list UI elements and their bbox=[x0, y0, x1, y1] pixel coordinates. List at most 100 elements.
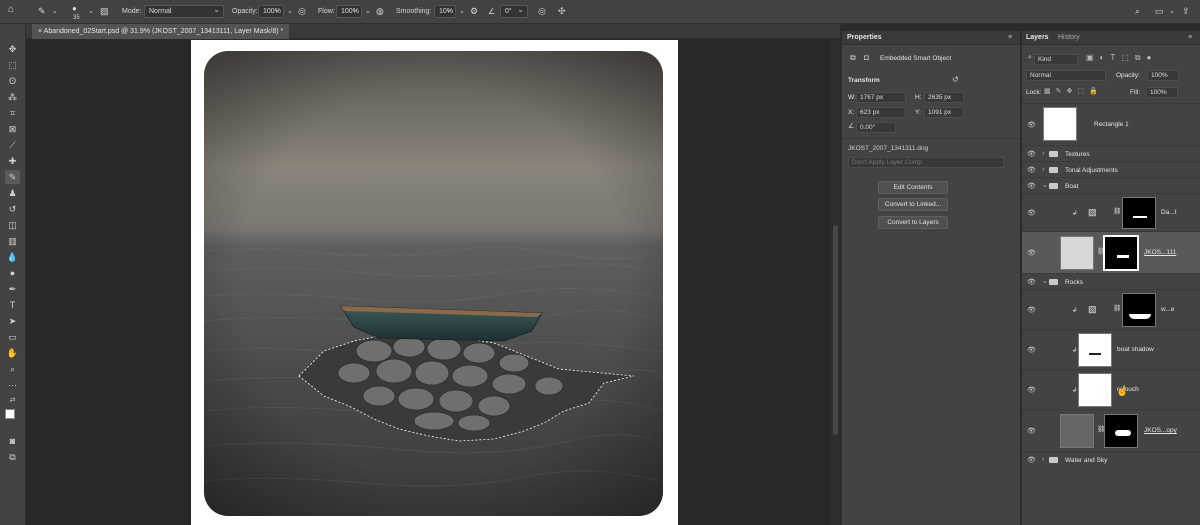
hand-tool-icon[interactable]: ✋ bbox=[5, 346, 20, 360]
chevron-down-icon[interactable]: ⌄ bbox=[52, 5, 58, 18]
layer-opacity-field[interactable]: 100% bbox=[1147, 70, 1179, 81]
layer-row-boat-group[interactable]: 👁 ⌄ Boat bbox=[1022, 177, 1200, 193]
clone-stamp-tool-icon[interactable]: ♟ bbox=[5, 186, 20, 200]
layer-row-adjustment[interactable]: 👁 ↲ ▨ ⛓ w...e bbox=[1022, 289, 1200, 329]
frame-tool-icon[interactable]: ⊠ bbox=[5, 122, 20, 136]
brush-tool-icon[interactable]: ✎ bbox=[38, 5, 46, 18]
swap-colors-icon[interactable]: ⇄ bbox=[5, 394, 20, 408]
quick-mask-icon[interactable]: ◙ bbox=[5, 434, 20, 448]
layer-row-boat-smart-object[interactable]: 👁 ⛓ JKOS...111 bbox=[1022, 231, 1200, 273]
flow-input[interactable]: 100% bbox=[336, 4, 362, 18]
blur-tool-icon[interactable]: 💧 bbox=[5, 250, 20, 264]
chevron-right-icon[interactable]: › bbox=[1042, 456, 1044, 463]
eye-icon[interactable]: 👁 bbox=[1027, 166, 1036, 174]
chevron-right-icon[interactable]: › bbox=[1042, 150, 1044, 157]
type-tool-icon[interactable]: T bbox=[5, 298, 20, 312]
layer-row-retouch[interactable]: 👁 ↲ retouch bbox=[1022, 369, 1200, 409]
y-field[interactable]: 1091 px bbox=[924, 107, 964, 118]
more-tools-icon[interactable]: ··· bbox=[5, 378, 20, 392]
symmetry-icon[interactable]: ✣ bbox=[558, 5, 566, 18]
crop-tool-icon[interactable]: ⌗ bbox=[5, 106, 20, 120]
share-icon[interactable]: ⇪ bbox=[1182, 5, 1190, 18]
healing-brush-tool-icon[interactable]: ✚ bbox=[5, 154, 20, 168]
gear-icon[interactable]: ⚙ bbox=[470, 5, 478, 18]
history-brush-tool-icon[interactable]: ↺ bbox=[5, 202, 20, 216]
layer-row-rocks-group[interactable]: 👁 ⌄ Rocks bbox=[1022, 273, 1200, 289]
search-icon[interactable]: ⌕ bbox=[1135, 5, 1140, 18]
eye-icon[interactable]: 👁 bbox=[1027, 346, 1036, 354]
tab-history[interactable]: History bbox=[1058, 34, 1080, 41]
mask-icon[interactable]: ◘ bbox=[864, 53, 869, 62]
tab-properties[interactable]: Properties bbox=[847, 34, 882, 41]
chevron-down-icon[interactable]: ⌄ bbox=[1169, 5, 1175, 18]
pen-tool-icon[interactable]: ✒ bbox=[5, 282, 20, 296]
lock-icons[interactable]: ▦✎✥⬚🔒 bbox=[1044, 87, 1103, 95]
path-select-tool-icon[interactable]: ➤ bbox=[5, 314, 20, 328]
marquee-tool-icon[interactable]: ⬚ bbox=[5, 58, 20, 72]
layer-row-textures[interactable]: 👁 › Textures bbox=[1022, 145, 1200, 161]
mode-dropdown[interactable]: Normal bbox=[144, 4, 224, 18]
lasso-tool-icon[interactable]: ʘ bbox=[5, 74, 20, 88]
document-tab[interactable]: × Abandoned_02Start.psd @ 31.9% (JKOST_2… bbox=[32, 24, 290, 39]
angle-input[interactable]: 0° bbox=[500, 4, 528, 18]
layer-comp-dropdown[interactable]: Don't Apply Layer Comp bbox=[848, 157, 1004, 168]
gradient-tool-icon[interactable]: ▥ bbox=[5, 234, 20, 248]
photo-composite[interactable] bbox=[204, 51, 663, 516]
convert-to-linked-button[interactable]: Convert to Linked... bbox=[878, 198, 948, 211]
rectangle-tool-icon[interactable]: ▭ bbox=[5, 330, 20, 344]
home-icon[interactable]: ⌂ bbox=[8, 3, 14, 16]
layer-row-tonal-adjustments[interactable]: 👁 › Tonal Adjustments bbox=[1022, 161, 1200, 177]
quick-select-tool-icon[interactable]: ⁂ bbox=[5, 90, 20, 104]
eye-icon[interactable]: 👁 bbox=[1027, 150, 1036, 158]
eraser-tool-icon[interactable]: ◫ bbox=[5, 218, 20, 232]
eye-icon[interactable]: 👁 bbox=[1027, 121, 1036, 129]
convert-to-layers-button[interactable]: Convert to Layers bbox=[878, 216, 948, 229]
filter-kind-dropdown[interactable]: Kind bbox=[1034, 54, 1078, 65]
airbrush-icon[interactable]: ◍ bbox=[376, 5, 384, 18]
height-field[interactable]: 2635 px bbox=[924, 92, 964, 103]
angle-field[interactable]: 0.00° bbox=[856, 122, 896, 133]
eye-icon[interactable]: 👁 bbox=[1027, 182, 1036, 190]
chevron-down-icon[interactable]: ⌄ bbox=[1042, 277, 1048, 285]
chevron-down-icon[interactable]: ⌄ bbox=[459, 5, 465, 18]
edit-contents-button[interactable]: Edit Contents bbox=[878, 181, 948, 194]
layer-row-water-and-sky[interactable]: 👁 › Water and Sky bbox=[1022, 451, 1200, 467]
eye-icon[interactable]: 👁 bbox=[1027, 249, 1036, 257]
fill-field[interactable]: 100% bbox=[1146, 87, 1178, 98]
foreground-color-swatch[interactable] bbox=[5, 409, 15, 419]
chevron-right-icon[interactable]: › bbox=[1042, 166, 1044, 173]
pressure-opacity-icon[interactable]: ◎ bbox=[298, 5, 306, 18]
layer-row-rocks-smart-object[interactable]: 👁 ⛓ JKOS...opy bbox=[1022, 409, 1200, 451]
layer-row-rectangle[interactable]: 👁 Rectangle 1 bbox=[1022, 103, 1200, 145]
pressure-size-icon[interactable]: ◎ bbox=[538, 5, 546, 18]
chevron-down-icon[interactable]: ⌄ bbox=[88, 5, 94, 18]
chevron-down-icon[interactable]: ⌄ bbox=[1042, 181, 1048, 189]
smoothing-input[interactable]: 10% bbox=[434, 4, 456, 18]
eye-icon[interactable]: 👁 bbox=[1027, 306, 1036, 314]
dodge-tool-icon[interactable]: ● bbox=[5, 266, 20, 280]
width-field[interactable]: 1767 px bbox=[856, 92, 906, 103]
tab-layers[interactable]: Layers bbox=[1026, 34, 1049, 41]
angle-icon[interactable]: ∠ bbox=[488, 5, 495, 18]
reset-icon[interactable]: ↺ bbox=[952, 75, 959, 84]
eye-icon[interactable]: 👁 bbox=[1027, 427, 1036, 435]
brush-tool-icon[interactable]: ✎ bbox=[5, 170, 20, 184]
brush-settings-icon[interactable]: ▨ bbox=[100, 5, 109, 18]
eye-icon[interactable]: 👁 bbox=[1027, 456, 1036, 464]
move-tool-icon[interactable]: ✥ bbox=[5, 42, 20, 56]
x-field[interactable]: 623 px bbox=[856, 107, 906, 118]
layer-row-boat-shadow[interactable]: 👁 ↲ boat shadow bbox=[1022, 329, 1200, 369]
eye-icon[interactable]: 👁 bbox=[1027, 278, 1036, 286]
eyedropper-tool-icon[interactable]: ⟋ bbox=[5, 138, 20, 152]
panel-menu-icon[interactable]: ≡ bbox=[1188, 34, 1192, 41]
screen-mode-icon[interactable]: ⧉ bbox=[5, 450, 20, 464]
workspace-icon[interactable]: ▭ bbox=[1155, 5, 1164, 18]
filter-icons[interactable]: ▣◐T⬚⧉● bbox=[1086, 53, 1157, 63]
chevron-down-icon[interactable]: ⌄ bbox=[287, 5, 293, 18]
eye-icon[interactable]: 👁 bbox=[1027, 386, 1036, 394]
close-icon[interactable]: × bbox=[38, 28, 42, 35]
eye-icon[interactable]: 👁 bbox=[1027, 209, 1036, 217]
scrollbar-thumb[interactable] bbox=[833, 225, 838, 435]
layer-row-adjustment[interactable]: 👁 ↲ ▨ ⛓ Da...t bbox=[1022, 193, 1200, 231]
blend-mode-dropdown[interactable]: Normal bbox=[1026, 70, 1106, 81]
